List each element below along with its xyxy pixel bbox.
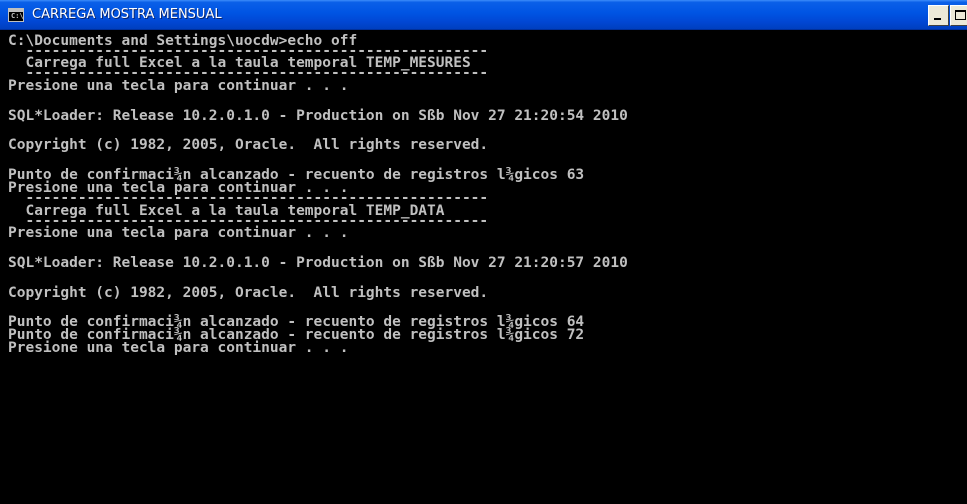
console-line: Copyright (c) 1982, 2005, Oracle. All ri… <box>8 285 489 301</box>
console-line: Presione una tecla para continuar . . . <box>8 225 349 241</box>
console-output[interactable]: C:\Documents and Settings\uocdw>echo off… <box>0 31 967 504</box>
console-line: SQL*Loader: Release 10.2.0.1.0 - Product… <box>8 255 628 271</box>
console-line: Presione una tecla para continuar . . . <box>8 340 349 356</box>
console-line: SQL*Loader: Release 10.2.0.1.0 - Product… <box>8 108 628 124</box>
minimize-icon <box>934 18 941 20</box>
window-title: CARREGA MOSTRA MENSUAL <box>32 7 222 22</box>
console-window: C:\ CARREGA MOSTRA MENSUAL C:\Documents … <box>0 0 967 504</box>
console-line: Copyright (c) 1982, 2005, Oracle. All ri… <box>8 137 489 153</box>
maximize-button[interactable] <box>950 5 967 26</box>
maximize-icon <box>955 10 966 20</box>
console-icon[interactable]: C:\ <box>8 8 24 22</box>
minimize-button[interactable] <box>928 5 949 26</box>
console-line: Presione una tecla para continuar . . . <box>8 78 349 94</box>
title-bar[interactable]: C:\ CARREGA MOSTRA MENSUAL <box>0 0 967 30</box>
